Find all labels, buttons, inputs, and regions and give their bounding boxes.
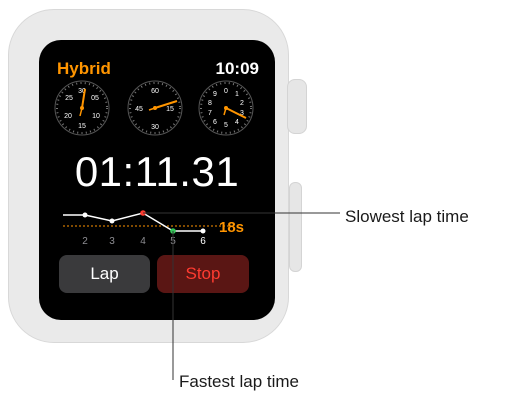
callout-lines <box>143 212 340 380</box>
fastest-lap-callout: Fastest lap time <box>179 372 299 391</box>
slowest-lap-callout: Slowest lap time <box>345 207 469 226</box>
